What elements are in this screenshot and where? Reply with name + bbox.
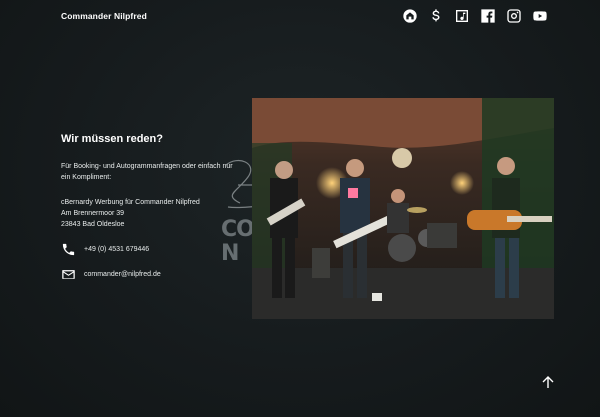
band-photo <box>252 98 554 319</box>
mail-icon <box>61 267 76 282</box>
instagram-icon[interactable] <box>506 8 522 24</box>
phone-icon <box>61 242 76 257</box>
music-note-icon[interactable] <box>454 8 470 24</box>
brand-logo-text[interactable]: Commander Nilpfred <box>61 11 147 21</box>
address-line: 23843 Bad Oldesloe <box>61 221 125 228</box>
social-nav <box>402 8 548 24</box>
email-address[interactable]: commander@nilpfred.de <box>84 271 161 278</box>
email-row[interactable]: commander@nilpfred.de <box>61 267 241 282</box>
phone-row[interactable]: +49 (0) 4531 679446 <box>61 242 241 257</box>
facebook-icon[interactable] <box>480 8 496 24</box>
arrow-up-icon <box>542 376 554 388</box>
home-icon[interactable] <box>402 8 418 24</box>
address-line: Am Brennermoor 39 <box>61 210 125 217</box>
postal-address: cBernardy Werbung für Commander Nilpfred… <box>61 197 241 230</box>
site-header: Commander Nilpfred <box>0 0 600 34</box>
youtube-icon[interactable] <box>532 8 548 24</box>
contact-section: Wir müssen reden? Für Booking- und Autog… <box>61 133 241 292</box>
dollar-icon[interactable] <box>428 8 444 24</box>
section-heading: Wir müssen reden? <box>61 133 163 145</box>
phone-number[interactable]: +49 (0) 4531 679446 <box>84 246 149 253</box>
scroll-to-top-button[interactable] <box>541 375 555 389</box>
address-line: cBernardy Werbung für Commander Nilpfred <box>61 199 200 206</box>
intro-text: Für Booking- und Autogrammanfragen oder … <box>61 163 233 181</box>
